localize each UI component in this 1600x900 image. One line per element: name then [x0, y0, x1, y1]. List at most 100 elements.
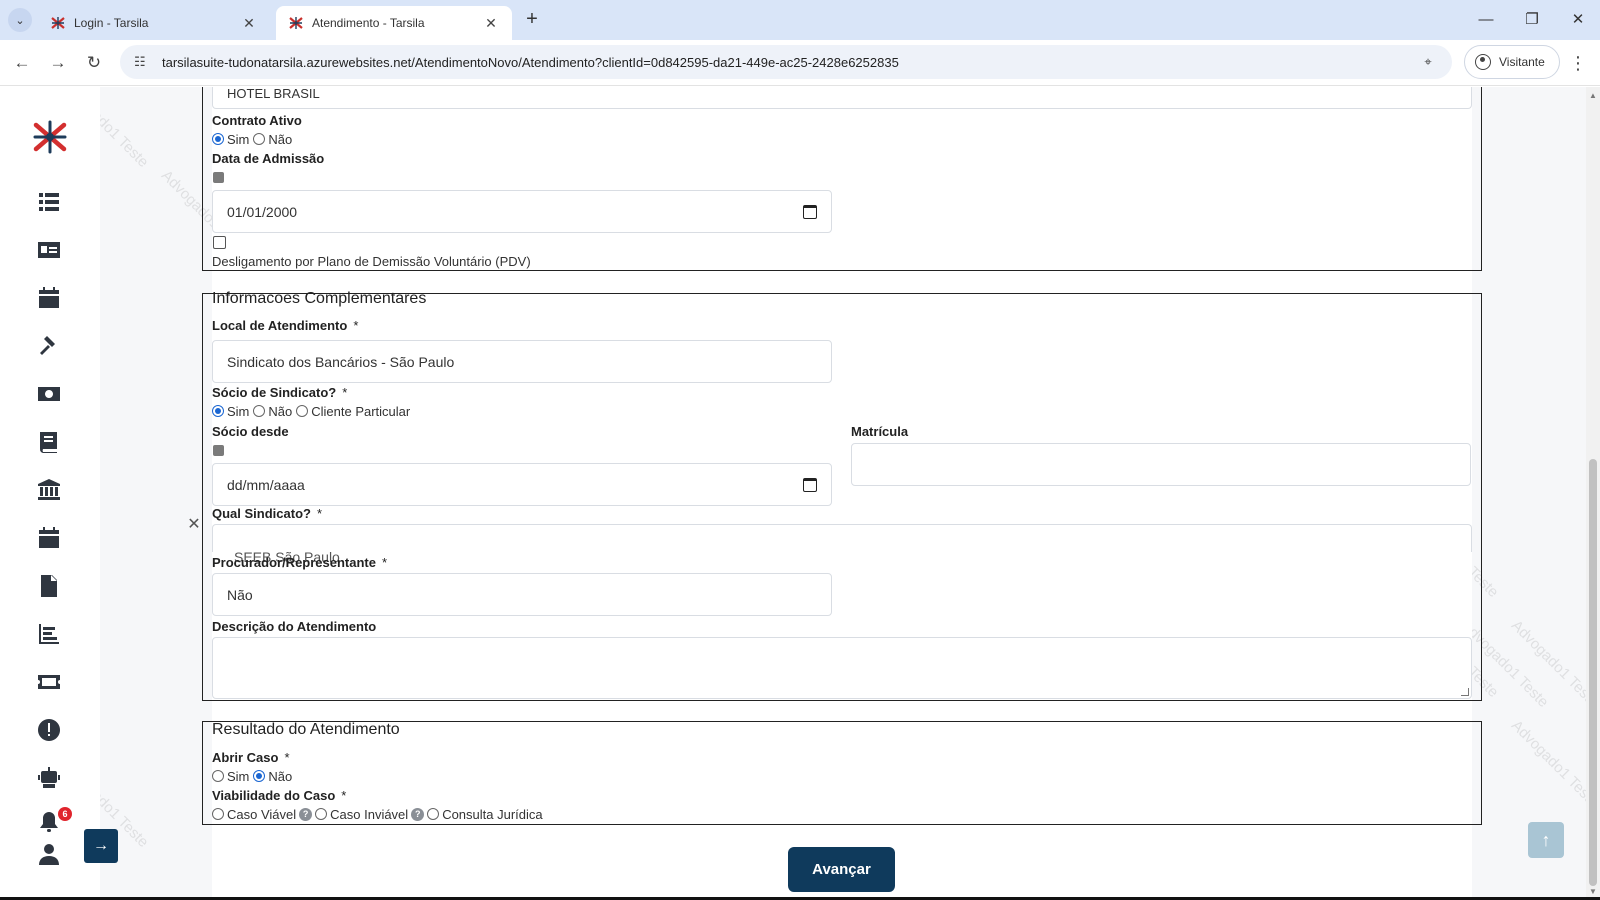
- required-mark: *: [316, 506, 323, 521]
- location-pin-icon[interactable]: ⌖: [1418, 54, 1438, 70]
- caso-inviavel-radio[interactable]: [315, 808, 328, 820]
- label-text: Sócio de Sindicato?: [212, 385, 337, 400]
- contract-active-nao-radio[interactable]: [253, 133, 266, 145]
- scroll-to-top-button[interactable]: ↑: [1528, 822, 1564, 858]
- scroll-down-icon[interactable]: ▼: [1589, 887, 1597, 896]
- label-text: Qual Sindicato?: [212, 506, 311, 521]
- bank-icon[interactable]: [36, 477, 62, 503]
- abrir-caso-nao-radio[interactable]: [253, 770, 266, 782]
- matricula-input[interactable]: [851, 443, 1471, 486]
- book-icon[interactable]: [36, 429, 62, 455]
- help-icon[interactable]: ?: [411, 807, 425, 821]
- profile-label: Visitante: [1499, 55, 1545, 69]
- menu-kebab-icon[interactable]: ⋮: [1568, 51, 1588, 75]
- help-icon[interactable]: ?: [299, 807, 313, 821]
- calendar-picker-icon[interactable]: [803, 477, 817, 492]
- socio-desde-input[interactable]: dd/mm/aaaa: [212, 463, 832, 506]
- radio-label: Caso Viável: [227, 806, 297, 822]
- label-text: Viabilidade do Caso: [212, 788, 336, 803]
- profile-button[interactable]: Visitante: [1464, 45, 1560, 79]
- tab-close-icon[interactable]: ✕: [482, 15, 500, 32]
- resize-handle-icon[interactable]: [1461, 688, 1469, 696]
- calendar-icon[interactable]: [36, 525, 62, 551]
- gavel-icon[interactable]: [36, 333, 62, 359]
- contract-active-label: Contrato Ativo: [212, 113, 302, 128]
- page-scrollbar[interactable]: ▲ ▼: [1586, 87, 1600, 900]
- site-settings-icon[interactable]: ☷: [134, 54, 150, 70]
- label-text: Local de Atendimento: [212, 318, 348, 333]
- radio-label: Sim: [227, 403, 250, 419]
- url-text: tarsilasuite-tudonatarsila.azurewebsites…: [162, 54, 899, 70]
- page-viewport: Advogado1 Teste Advogado1 Teste Advogado…: [0, 87, 1600, 900]
- minimize-icon[interactable]: —: [1474, 8, 1498, 32]
- calendar-icon[interactable]: [36, 285, 62, 311]
- required-mark: *: [382, 555, 388, 570]
- required-mark: *: [341, 788, 347, 803]
- notification-badge: 6: [58, 807, 72, 821]
- tab-title: Atendimento - Tarsila: [312, 16, 425, 30]
- list-icon[interactable]: [36, 189, 62, 215]
- label-text: Abrir Caso: [212, 750, 279, 765]
- admission-date-input[interactable]: 01/01/2000: [212, 190, 832, 233]
- matricula-label: Matrícula: [851, 424, 909, 439]
- tab-atendimento[interactable]: Atendimento - Tarsila ✕: [276, 6, 512, 40]
- caso-viavel-radio[interactable]: [212, 808, 224, 820]
- tab-close-icon[interactable]: ✕: [240, 15, 258, 32]
- avancar-button[interactable]: Avançar: [788, 847, 895, 892]
- app-sidebar: 6: [0, 87, 100, 900]
- alert-icon[interactable]: [36, 717, 62, 743]
- back-arrow-icon[interactable]: ←: [10, 51, 34, 75]
- descricao-textarea[interactable]: [212, 637, 1472, 699]
- pdv-checkbox[interactable]: [213, 236, 226, 249]
- scrollbar-thumb[interactable]: [1589, 459, 1597, 886]
- robot-icon[interactable]: [36, 765, 62, 791]
- tab-search-icon[interactable]: ⌄: [8, 8, 32, 32]
- complementary-legend: Informacoes Complementares: [212, 290, 427, 307]
- document-icon[interactable]: [36, 573, 62, 599]
- browser-toolbar: ← → ↻ ☷ tarsilasuite-tudonatarsila.azure…: [0, 40, 1600, 86]
- abrir-caso-sim-radio[interactable]: [212, 770, 224, 782]
- close-icon[interactable]: ✕: [186, 517, 202, 533]
- forward-arrow-icon[interactable]: →: [46, 51, 70, 75]
- user-icon[interactable]: [36, 841, 62, 867]
- company-input[interactable]: HOTEL BRASIL: [212, 87, 1472, 109]
- chart-icon[interactable]: [36, 621, 62, 647]
- browser-tab-strip: ⌄ Login - Tarsila ✕ Atendimento - Tarsil…: [0, 0, 1600, 40]
- tarsila-logo[interactable]: [32, 119, 68, 155]
- close-window-icon[interactable]: ✕: [1566, 8, 1590, 32]
- reload-icon[interactable]: ↻: [82, 51, 106, 75]
- restore-icon[interactable]: ❐: [1520, 8, 1544, 32]
- tab-login[interactable]: Login - Tarsila ✕: [38, 6, 270, 40]
- local-atendimento-input[interactable]: Sindicato dos Bancários - São Paulo: [212, 340, 832, 383]
- qual-sindicato-label: Qual Sindicato? *: [212, 506, 322, 521]
- money-icon[interactable]: [36, 381, 62, 407]
- descricao-label: Descrição do Atendimento: [212, 619, 377, 634]
- socio-sim-radio[interactable]: [212, 405, 224, 417]
- local-atendimento-label: Local de Atendimento *: [212, 318, 358, 333]
- id-card-icon[interactable]: [36, 237, 62, 263]
- ticket-icon[interactable]: [36, 669, 62, 695]
- radio-label: Não: [268, 403, 293, 419]
- address-bar[interactable]: ☷ tarsilasuite-tudonatarsila.azurewebsit…: [120, 45, 1452, 79]
- scroll-up-icon[interactable]: ▲: [1589, 91, 1597, 100]
- tab-title: Login - Tarsila: [74, 16, 149, 30]
- socio-desde-label: Sócio desde: [212, 424, 289, 439]
- consulta-juridica-radio[interactable]: [427, 808, 440, 820]
- socio-cliente-particular-radio[interactable]: [296, 405, 309, 417]
- radio-label: Cliente Particular: [311, 403, 411, 419]
- profile-icon: [1475, 54, 1491, 70]
- viabilidade-label: Viabilidade do Caso *: [212, 788, 346, 803]
- qual-sindicato-select[interactable]: [212, 524, 1472, 552]
- socio-nao-radio[interactable]: [253, 405, 266, 417]
- calendar-picker-icon[interactable]: [803, 204, 817, 219]
- procurador-label: Procurador/Representante *: [212, 555, 387, 570]
- required-mark: *: [342, 385, 348, 400]
- contract-active-sim-radio[interactable]: [212, 133, 224, 145]
- contract-active-radio-group: Sim Não: [212, 131, 296, 147]
- arrow-right-icon: →: [93, 837, 109, 854]
- procurador-select[interactable]: Não: [212, 573, 832, 616]
- new-tab-icon[interactable]: +: [520, 8, 544, 32]
- expand-sidebar-button[interactable]: →: [84, 829, 118, 863]
- abrir-caso-radio-group: Sim Não: [212, 768, 296, 784]
- pdv-label: Desligamento por Plano de Demissão Volun…: [212, 254, 531, 269]
